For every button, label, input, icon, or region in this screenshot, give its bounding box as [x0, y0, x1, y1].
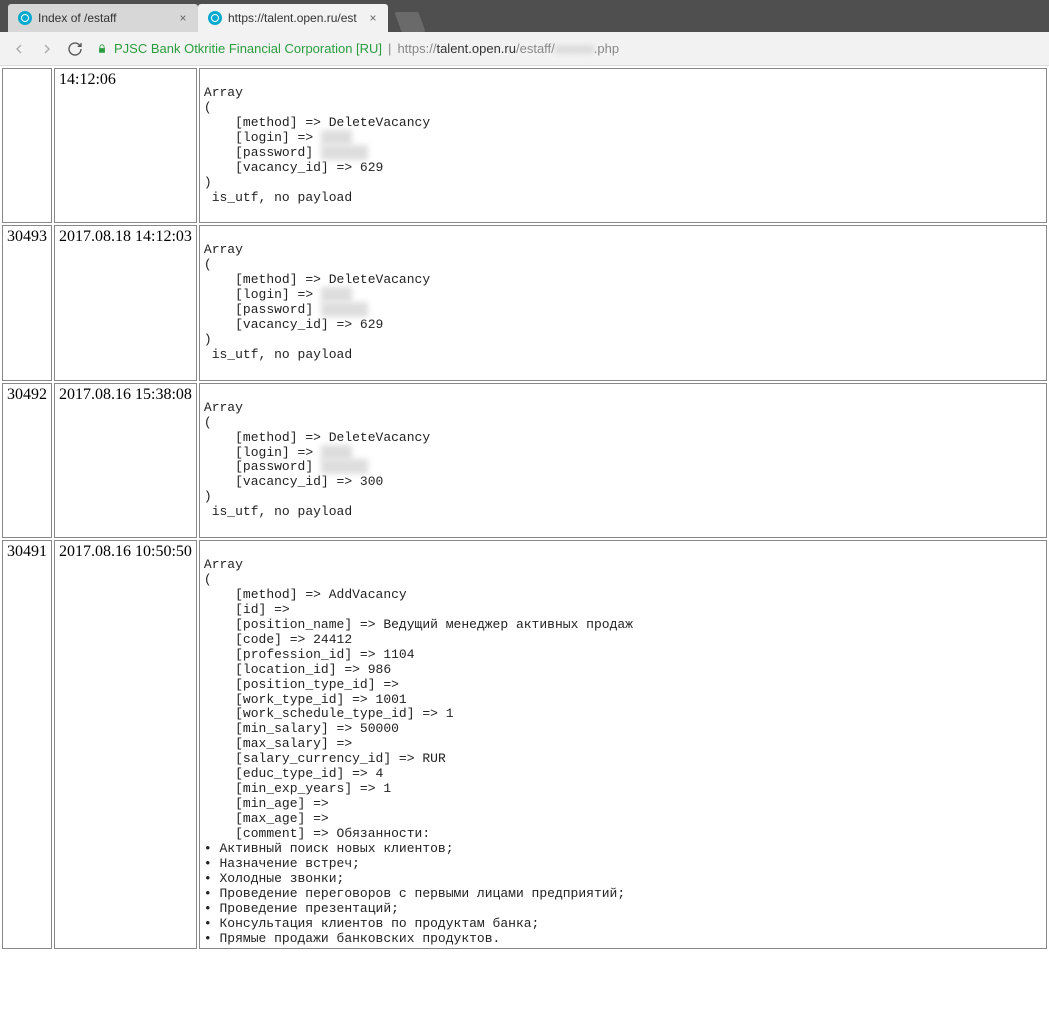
log-content-cell: Array ( [method] => DeleteVacancy [login…	[199, 68, 1047, 223]
redacted-text: xxx	[321, 130, 352, 145]
cert-org: PJSC Bank Otkritie Financial Corporation…	[114, 41, 382, 56]
browser-toolbar: PJSC Bank Otkritie Financial Corporation…	[0, 32, 1049, 66]
log-id-cell	[2, 68, 52, 223]
log-id-cell: 30491	[2, 540, 52, 949]
favicon-icon	[208, 11, 222, 25]
back-button[interactable]	[10, 40, 28, 58]
address-bar[interactable]: PJSC Bank Otkritie Financial Corporation…	[94, 41, 1039, 56]
log-pre: Array ( [method] => AddVacancy [id] => […	[204, 543, 1042, 946]
redacted-text: xxxxx	[321, 302, 368, 317]
url-text: https://talent.open.ru/estaff/xxxxxx.php	[397, 41, 619, 56]
table-row: 14:12:06 Array ( [method] => DeleteVacan…	[2, 68, 1047, 223]
browser-chrome: Index of /estaff × https://talent.open.r…	[0, 0, 1049, 66]
url-separator: |	[388, 41, 391, 56]
redacted-text: xxxxx	[321, 459, 368, 474]
log-id-cell: 30493	[2, 225, 52, 380]
tab-title: https://talent.open.ru/est	[228, 11, 362, 25]
close-icon[interactable]: ×	[178, 13, 188, 23]
tab-title: Index of /estaff	[38, 11, 172, 25]
log-table: 14:12:06 Array ( [method] => DeleteVacan…	[0, 66, 1049, 951]
table-row: 304932017.08.18 14:12:03 Array ( [method…	[2, 225, 1047, 380]
lock-icon	[96, 42, 108, 56]
log-timestamp-cell: 2017.08.18 14:12:03	[54, 225, 197, 380]
reload-button[interactable]	[66, 40, 84, 58]
log-timestamp-cell: 2017.08.16 10:50:50	[54, 540, 197, 949]
log-pre: Array ( [method] => DeleteVacancy [login…	[204, 71, 1042, 220]
forward-button[interactable]	[38, 40, 56, 58]
close-icon[interactable]: ×	[368, 13, 378, 23]
log-pre: Array ( [method] => DeleteVacancy [login…	[204, 386, 1042, 535]
new-tab-button[interactable]	[394, 12, 425, 32]
log-content-cell: Array ( [method] => AddVacancy [id] => […	[199, 540, 1047, 949]
redacted-text: xxx	[321, 287, 352, 302]
log-pre: Array ( [method] => DeleteVacancy [login…	[204, 228, 1042, 377]
favicon-icon	[18, 11, 32, 25]
table-row: 304922017.08.16 15:38:08 Array ( [method…	[2, 383, 1047, 538]
browser-tab-active[interactable]: https://talent.open.ru/est ×	[198, 4, 388, 32]
table-row: 304912017.08.16 10:50:50 Array ( [method…	[2, 540, 1047, 949]
browser-tab-inactive[interactable]: Index of /estaff ×	[8, 4, 198, 32]
redacted-text: xxxxx	[321, 145, 368, 160]
log-content-cell: Array ( [method] => DeleteVacancy [login…	[199, 383, 1047, 538]
log-content-cell: Array ( [method] => DeleteVacancy [login…	[199, 225, 1047, 380]
redacted-text: xxx	[321, 445, 352, 460]
log-timestamp-cell: 14:12:06	[54, 68, 197, 223]
log-id-cell: 30492	[2, 383, 52, 538]
log-timestamp-cell: 2017.08.16 15:38:08	[54, 383, 197, 538]
tab-bar: Index of /estaff × https://talent.open.r…	[0, 0, 1049, 32]
page-content[interactable]: 14:12:06 Array ( [method] => DeleteVacan…	[0, 66, 1049, 1032]
